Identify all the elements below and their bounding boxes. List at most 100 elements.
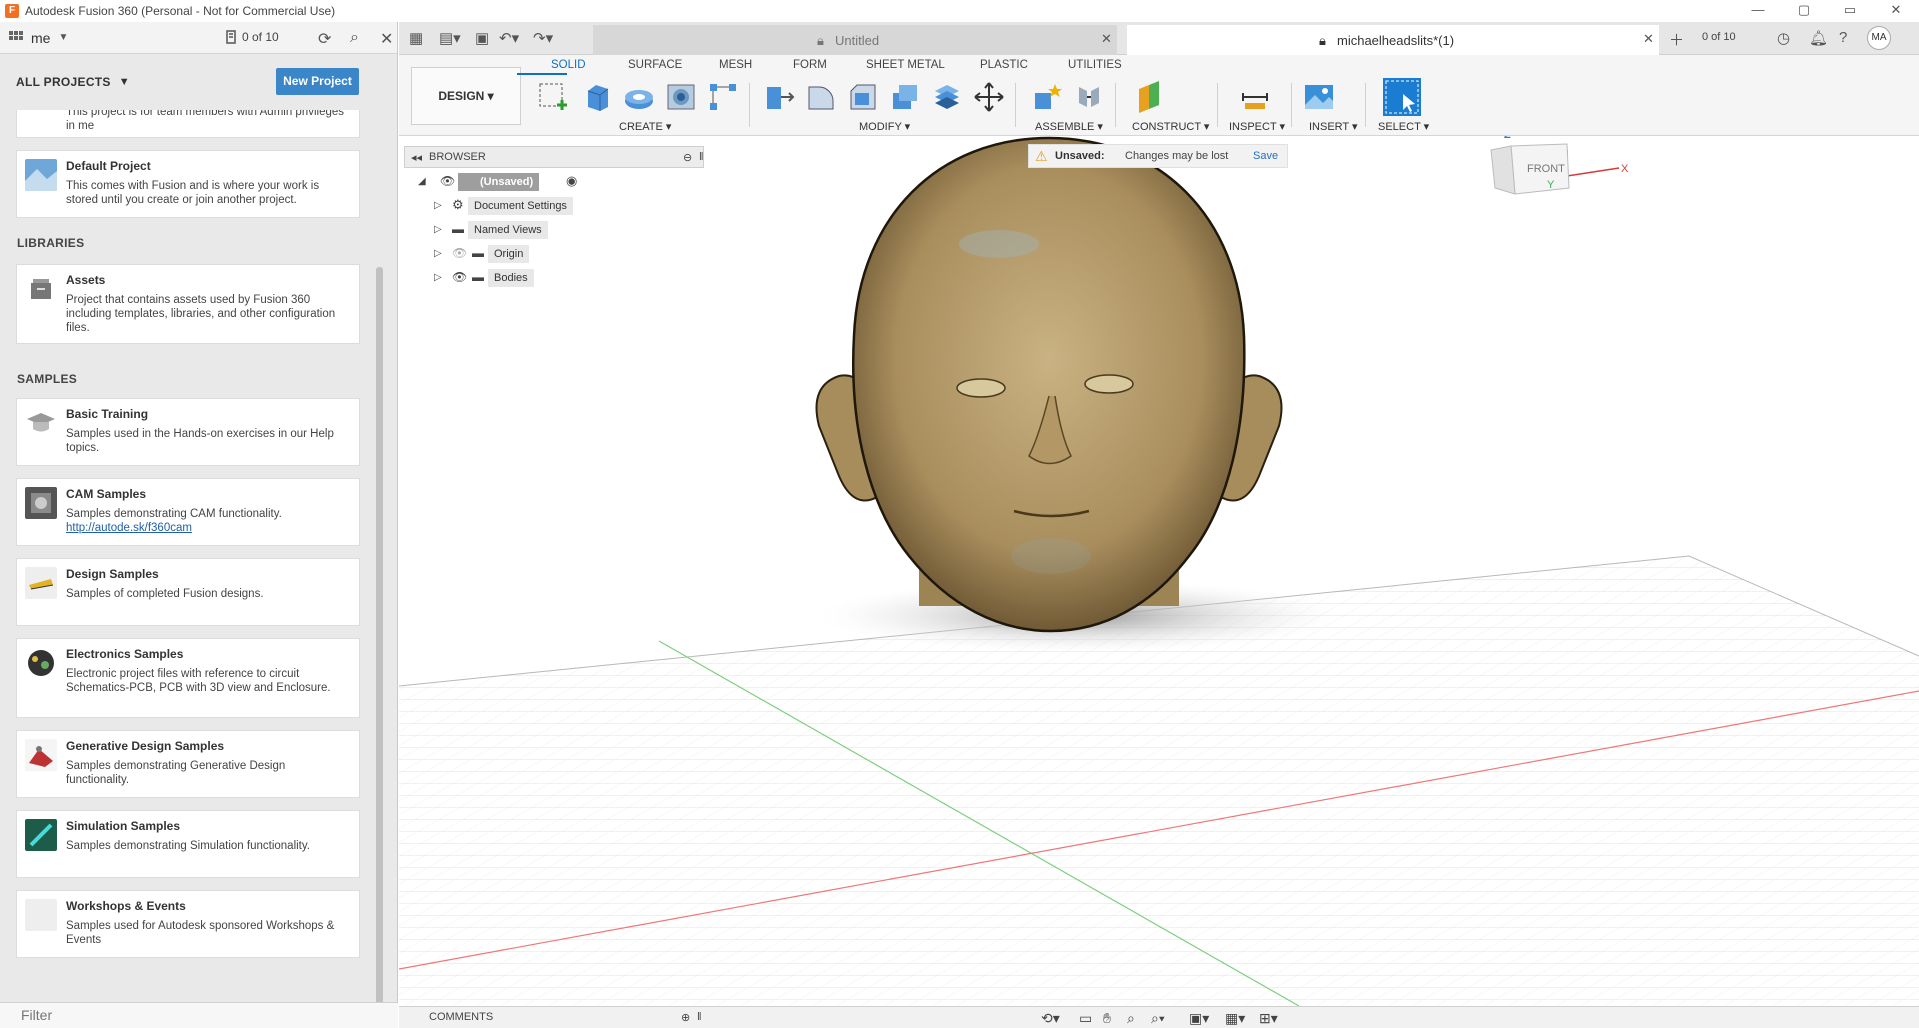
fillet-icon[interactable] bbox=[805, 81, 837, 113]
file-menu-icon[interactable]: ▤▾ bbox=[439, 29, 461, 47]
tab-active-document[interactable]: 🔒︎ michaelheadslits*(1) ✕ bbox=[1127, 25, 1659, 55]
sample-card-basic-training[interactable]: Basic Training Samples used in the Hands… bbox=[16, 398, 360, 466]
activate-radio-icon[interactable]: ◉ bbox=[566, 173, 577, 189]
tab-untitled[interactable]: 🔒︎ Untitled ✕ bbox=[593, 25, 1117, 55]
restore-button[interactable]: ▢ bbox=[1781, 0, 1827, 22]
tab-plastic[interactable]: PLASTIC bbox=[980, 59, 1028, 71]
tab-form[interactable]: FORM bbox=[793, 59, 827, 71]
tab-surface[interactable]: SURFACE bbox=[628, 59, 682, 71]
pattern-icon[interactable] bbox=[707, 81, 739, 113]
new-project-button[interactable]: New Project bbox=[276, 68, 359, 95]
minimize-button[interactable]: — bbox=[1735, 0, 1781, 22]
help-icon[interactable]: ? bbox=[1839, 29, 1847, 46]
zoom-window-icon[interactable]: ⌕▾ bbox=[1151, 1010, 1165, 1027]
tree-item-document-settings[interactable]: ▷ ⚙ Document Settings bbox=[404, 194, 704, 218]
zoom-icon[interactable]: ⌕ bbox=[1127, 1010, 1135, 1027]
search-icon[interactable]: ⌕ bbox=[350, 29, 359, 47]
insert-image-icon[interactable] bbox=[1303, 81, 1335, 113]
sample-card-design[interactable]: Design Samples Samples of completed Fusi… bbox=[16, 558, 360, 626]
job-status-count[interactable]: 0 of 10 bbox=[1702, 31, 1736, 43]
tree-root[interactable]: ◢ 👁︎ (Unsaved) ◉ bbox=[404, 170, 704, 194]
library-card-assets[interactable]: Assets Project that contains assets used… bbox=[16, 264, 360, 344]
avatar[interactable]: MA bbox=[1867, 26, 1891, 50]
project-card-admin[interactable]: This project is for team members with Ad… bbox=[16, 110, 360, 138]
tree-item-origin[interactable]: ▷ 👁︎ ▬ Origin bbox=[404, 242, 704, 266]
sample-card-cam[interactable]: CAM Samples Samples demonstrating CAM fu… bbox=[16, 478, 360, 546]
joint-icon[interactable] bbox=[1073, 81, 1105, 113]
project-card-default[interactable]: Default Project This comes with Fusion a… bbox=[16, 150, 360, 218]
measure-icon[interactable] bbox=[1239, 81, 1271, 113]
create-sketch-icon[interactable] bbox=[537, 81, 569, 113]
filter-input[interactable] bbox=[0, 1003, 370, 1027]
tree-item-named-views[interactable]: ▷ ▬ Named Views bbox=[404, 218, 704, 242]
orbit-icon[interactable]: ⟲▾ bbox=[1041, 1010, 1060, 1027]
redo-icon[interactable]: ↷▾ bbox=[533, 29, 553, 47]
expand-triangle-icon[interactable]: ▷ bbox=[434, 272, 442, 283]
all-projects-label[interactable]: ALL PROJECTS bbox=[16, 75, 111, 89]
select-icon[interactable] bbox=[1383, 78, 1421, 116]
press-pull-icon[interactable] bbox=[763, 81, 795, 113]
snap-button[interactable]: ▭ bbox=[1827, 0, 1873, 22]
sample-card-workshops[interactable]: Workshops & Events Samples used for Auto… bbox=[16, 890, 360, 958]
app-grid-icon[interactable]: ▦ bbox=[409, 29, 423, 47]
viewports-icon[interactable]: ⊞▾ bbox=[1259, 1010, 1278, 1027]
sample-card-simulation[interactable]: Simulation Samples Samples demonstrating… bbox=[16, 810, 360, 878]
close-tab-icon[interactable]: ✕ bbox=[1643, 31, 1654, 47]
tab-mesh[interactable]: MESH bbox=[719, 59, 752, 71]
data-panel-scrollbar[interactable] bbox=[376, 267, 383, 1017]
modify-menu[interactable]: MODIFY ▾ bbox=[859, 120, 910, 133]
new-tab-icon[interactable]: ＋ bbox=[1669, 29, 1684, 50]
new-component-icon[interactable] bbox=[1031, 81, 1063, 113]
workspace-switcher[interactable]: DESIGN ▾ bbox=[411, 67, 521, 125]
select-menu[interactable]: SELECT ▾ bbox=[1378, 120, 1429, 133]
save-link[interactable]: Save bbox=[1253, 150, 1278, 162]
visibility-eye-icon[interactable]: 👁︎ bbox=[440, 174, 455, 188]
viewcube-front-label[interactable]: FRONT bbox=[1527, 163, 1565, 175]
root-component-label[interactable]: (Unsaved) bbox=[458, 173, 540, 191]
offset-plane-icon[interactable] bbox=[1133, 81, 1165, 113]
close-window-button[interactable]: ✕ bbox=[1873, 0, 1919, 22]
tab-solid[interactable]: SOLID bbox=[551, 59, 586, 71]
head-mesh-model[interactable] bbox=[815, 136, 1283, 633]
visibility-eye-icon[interactable]: 👁︎ bbox=[452, 270, 467, 284]
refresh-icon[interactable]: ⟳ bbox=[318, 29, 331, 49]
chevron-down-icon[interactable]: ▼ bbox=[58, 32, 68, 43]
chamfer-icon[interactable] bbox=[847, 81, 879, 113]
sample-card-electronics[interactable]: Electronics Samples Electronic project f… bbox=[16, 638, 360, 718]
inspect-menu[interactable]: INSPECT ▾ bbox=[1229, 120, 1285, 133]
resize-handle-icon[interactable]: ‖ bbox=[697, 1011, 702, 1023]
browser-header[interactable]: ◂◂ BROWSER ⊖ ‖ bbox=[404, 146, 704, 168]
pan-icon[interactable]: ✋︎ bbox=[1103, 1010, 1111, 1027]
assemble-menu[interactable]: ASSEMBLE ▾ bbox=[1035, 120, 1103, 133]
save-icon[interactable]: ▣ bbox=[475, 29, 489, 47]
hole-icon[interactable] bbox=[665, 81, 697, 113]
cam-link[interactable]: http://autode.sk/f360cam bbox=[66, 521, 346, 535]
hidden-eye-icon[interactable]: 👁︎ bbox=[452, 246, 467, 260]
comments-panel[interactable]: COMMENTS ⊕ ‖ bbox=[429, 1011, 703, 1028]
tab-utilities[interactable]: UTILITIES bbox=[1068, 59, 1122, 71]
expand-triangle-icon[interactable]: ▷ bbox=[434, 200, 442, 211]
close-icon[interactable]: ✕ bbox=[380, 29, 393, 49]
combine-icon[interactable] bbox=[931, 81, 963, 113]
look-at-icon[interactable]: ▭ bbox=[1079, 1010, 1092, 1027]
app-grid-icon[interactable] bbox=[9, 30, 23, 45]
revolve-icon[interactable] bbox=[623, 81, 655, 113]
team-selector[interactable]: me bbox=[31, 30, 50, 46]
chevron-down-icon[interactable]: ▼ bbox=[119, 76, 130, 88]
close-tab-icon[interactable]: ✕ bbox=[1101, 31, 1112, 47]
display-settings-icon[interactable]: ▣▾ bbox=[1189, 1010, 1209, 1027]
construct-menu[interactable]: CONSTRUCT ▾ bbox=[1132, 120, 1209, 133]
undo-icon[interactable]: ↶▾ bbox=[499, 29, 519, 47]
extrude-icon[interactable] bbox=[580, 81, 612, 113]
tree-item-bodies[interactable]: ▷ 👁︎ ▬ Bodies bbox=[404, 266, 704, 290]
shell-icon[interactable] bbox=[889, 81, 921, 113]
resize-handle-icon[interactable]: ‖ bbox=[699, 151, 704, 163]
expand-triangle-icon[interactable]: ▷ bbox=[434, 248, 442, 259]
sample-card-generative-design[interactable]: Generative Design Samples Samples demons… bbox=[16, 730, 360, 798]
notifications-icon[interactable]: 🔔︎ bbox=[1809, 29, 1828, 47]
browser-options-icon[interactable]: ⊖ bbox=[683, 151, 692, 164]
collapse-triangle-icon[interactable]: ◢ bbox=[418, 176, 426, 187]
move-icon[interactable] bbox=[973, 81, 1005, 113]
comments-add-icon[interactable]: ⊕ bbox=[681, 1011, 690, 1024]
create-menu[interactable]: CREATE ▾ bbox=[619, 120, 671, 133]
